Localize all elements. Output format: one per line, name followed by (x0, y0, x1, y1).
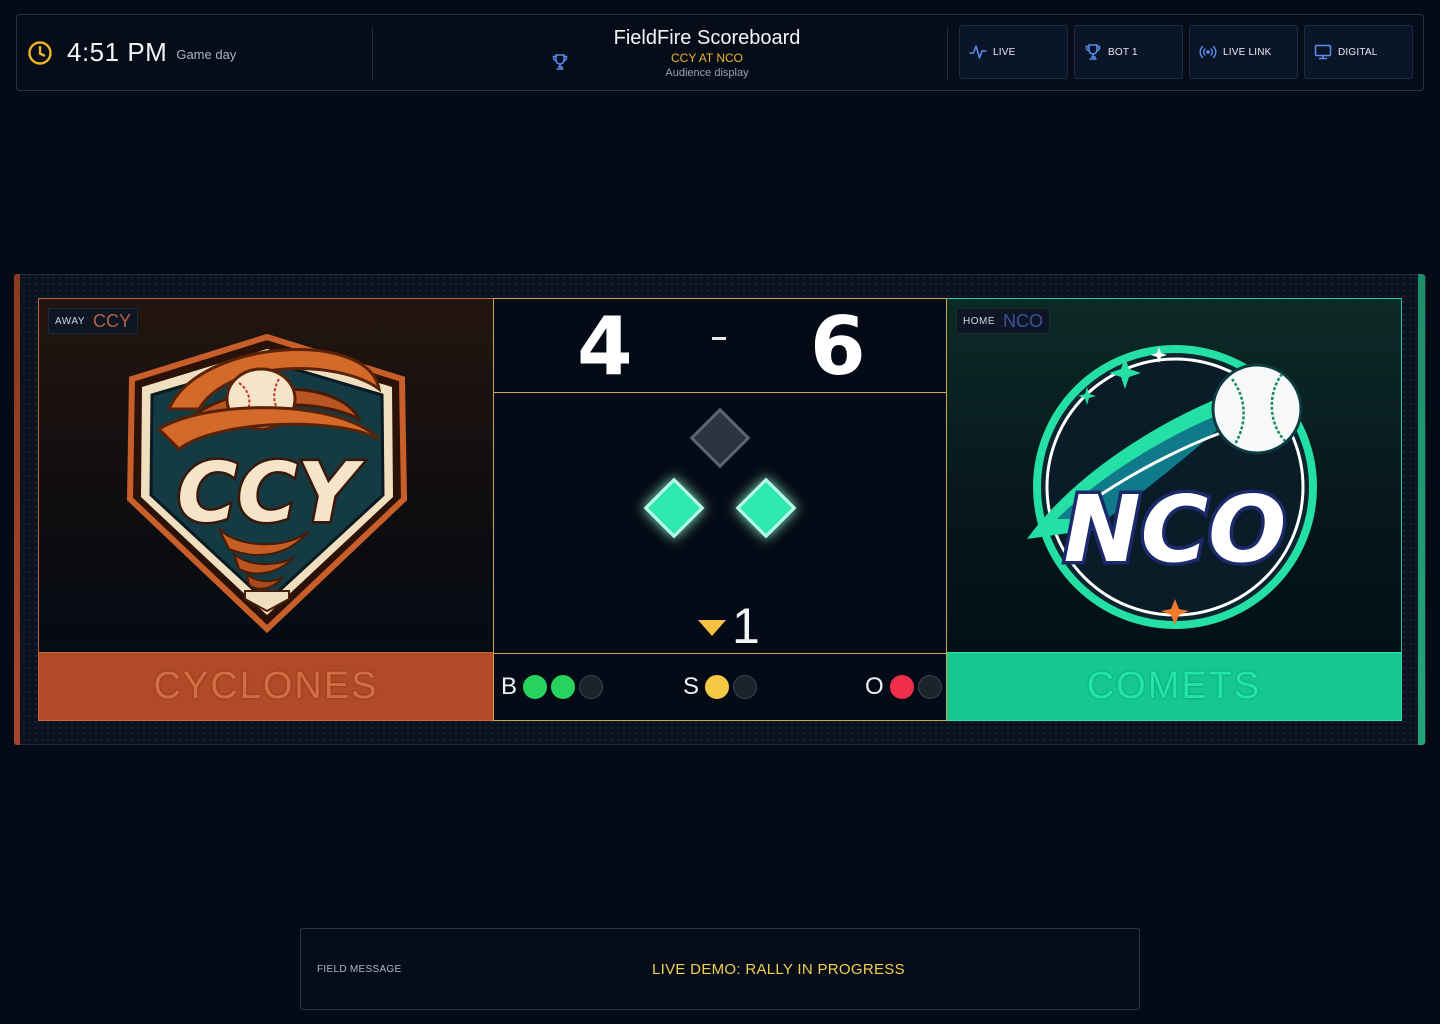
digital-button[interactable]: DIGITAL (1304, 25, 1413, 79)
balls-count: B (501, 673, 604, 701)
count-row: B S O (494, 653, 946, 720)
outs-count: O (865, 673, 942, 701)
field-message-panel: FIELD MESSAGE LIVE DEMO: RALLY IN PROGRE… (300, 928, 1140, 1010)
cyclones-logo-text: CCY (177, 446, 364, 541)
divider (947, 27, 948, 81)
score-separator (712, 337, 726, 340)
strike-indicator (733, 675, 758, 699)
home-score: 6 (810, 300, 866, 393)
out-indicator (889, 675, 914, 699)
live-button[interactable]: LIVE (959, 25, 1068, 79)
field-message-text: LIVE DEMO: RALLY IN PROGRESS (652, 961, 905, 978)
activity-icon (969, 45, 987, 59)
trophy-icon (1085, 44, 1101, 60)
score-row: 4 6 (494, 299, 946, 393)
digital-button-label: DIGITAL (1338, 46, 1378, 58)
bottom-half-arrow-icon (698, 620, 726, 636)
clock-time: 4:51 PM (67, 37, 168, 67)
matchup-label: CCY AT NCO (670, 51, 744, 65)
field-message-label: FIELD MESSAGE (317, 964, 402, 975)
ball-indicator (551, 675, 576, 699)
inning-button[interactable]: BOT 1 (1074, 25, 1183, 79)
clock-area: 4:51 PM Game day (17, 15, 372, 90)
balls-label: B (501, 673, 518, 700)
second-base (689, 407, 751, 469)
away-team-panel: AWAY CCY CCY (38, 298, 494, 653)
third-base (643, 477, 705, 539)
ball-indicator (523, 675, 548, 699)
away-edge-accent (14, 274, 20, 745)
monitor-icon (1314, 44, 1332, 60)
home-team-name-bar: COMETS (946, 652, 1402, 721)
display-mode-label: Audience display (665, 67, 749, 79)
comets-logo-text: NCO (1064, 476, 1287, 583)
home-team-panel: HOME NCO NCO (946, 298, 1402, 653)
app-title: FieldFire Scoreboard (613, 27, 801, 49)
strikes-label: S (683, 673, 700, 700)
cyclones-logo: CCY (126, 333, 408, 634)
live-link-button[interactable]: LIVE LINK (1189, 25, 1298, 79)
ball-indicator (579, 675, 604, 699)
away-team-name-bar: CYCLONES (38, 652, 494, 721)
home-edge-accent (1418, 274, 1425, 745)
away-score: 4 (577, 300, 633, 393)
inning-number: 1 (732, 598, 760, 654)
live-button-label: LIVE (993, 46, 1016, 58)
broadcast-icon (1199, 45, 1217, 59)
away-team-name: CYCLONES (153, 665, 379, 707)
top-bar: 4:51 PM Game day FieldFire Scoreboard CC… (16, 14, 1424, 91)
clock-icon (28, 40, 52, 65)
outs-label: O (865, 673, 884, 700)
out-indicator (917, 675, 942, 699)
live-link-button-label: LIVE LINK (1223, 46, 1272, 58)
title-area: FieldFire Scoreboard CCY AT NCO Audience… (547, 25, 867, 85)
strikes-count: S (683, 673, 758, 701)
divider (372, 27, 373, 81)
game-state-panel: 4 6 1 B S O (493, 298, 947, 721)
comets-logo: NCO (1027, 345, 1317, 629)
clock-subtitle: Game day (176, 47, 237, 62)
strike-indicator (705, 675, 730, 699)
home-team-name: COMETS (1086, 665, 1262, 707)
inning-button-label: BOT 1 (1108, 46, 1138, 58)
inning-indicator: 1 (698, 599, 760, 653)
first-base (735, 477, 797, 539)
